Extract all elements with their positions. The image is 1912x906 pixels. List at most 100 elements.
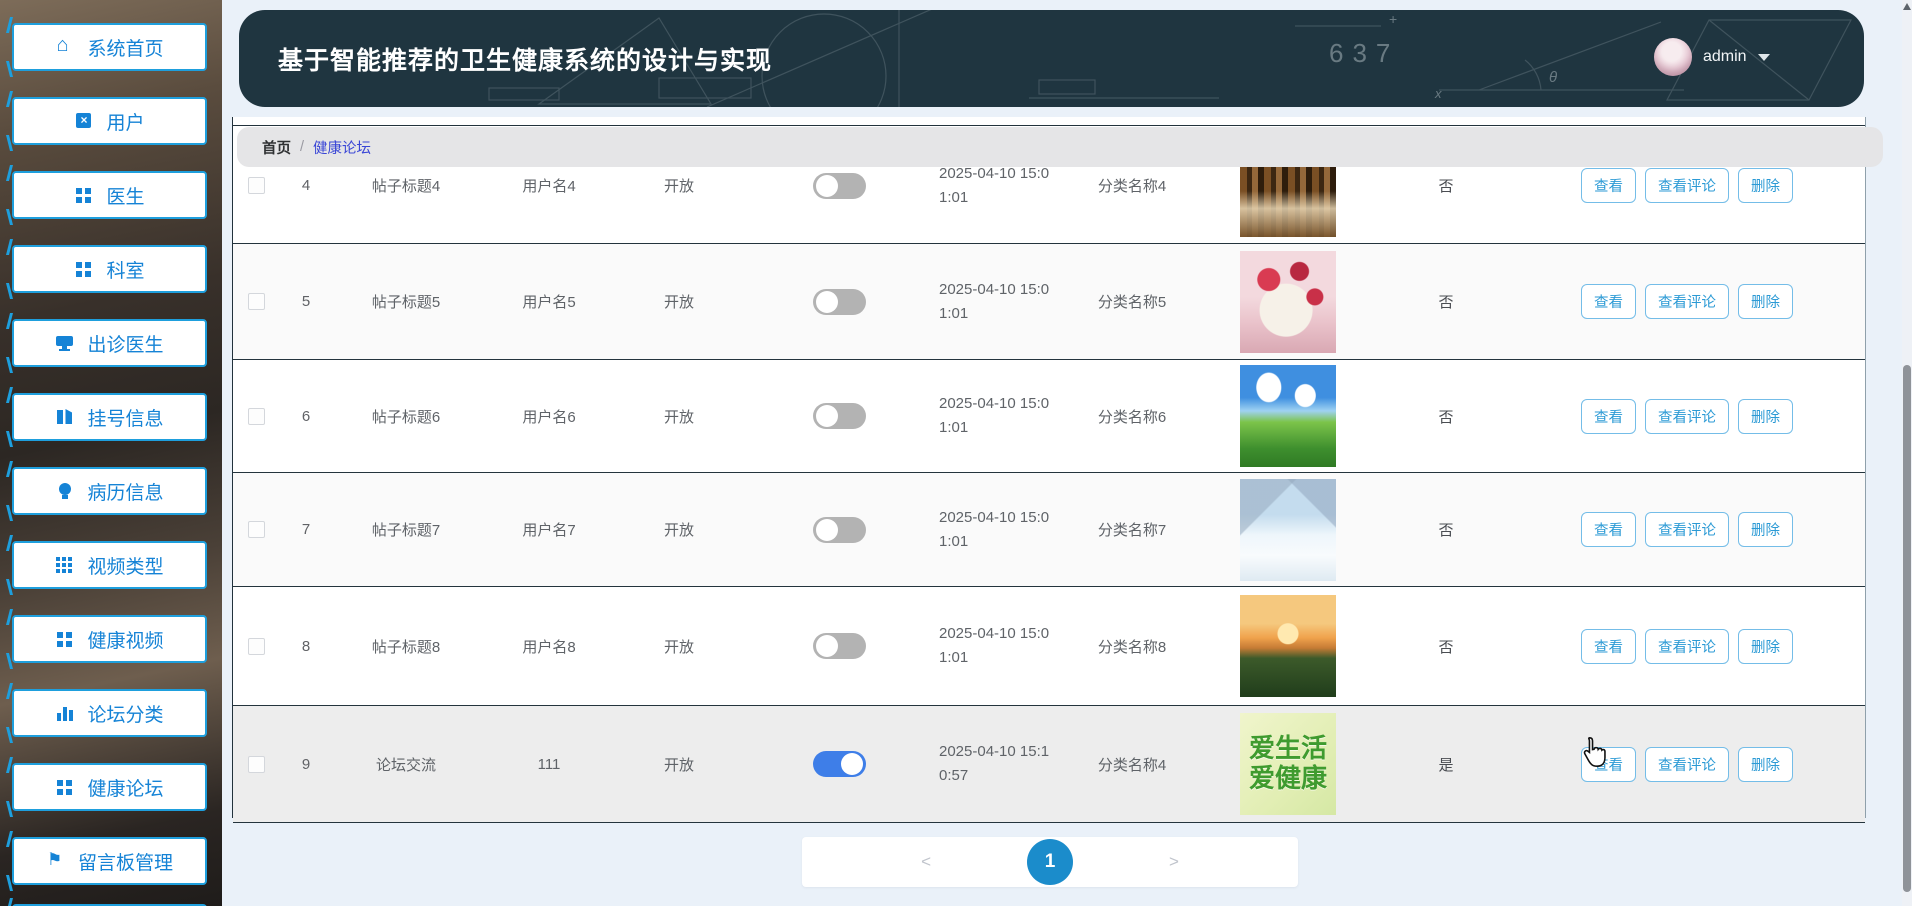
view-button[interactable]: 查看 (1581, 512, 1636, 547)
cell-id: 9 (301, 755, 311, 773)
view-comments-button[interactable]: 查看评论 (1645, 284, 1729, 319)
cell-username: 用户名7 (522, 522, 576, 539)
sidebar-item-10[interactable]: 论坛分类 (12, 689, 207, 737)
toggle-knob (840, 753, 863, 775)
row-checkbox[interactable] (247, 407, 265, 425)
caret-down-icon (1757, 53, 1770, 61)
delete-button[interactable]: 删除 (1738, 284, 1793, 319)
avatar[interactable] (1654, 38, 1692, 76)
username: admin (1703, 48, 1747, 65)
sunset-field-photo (1240, 595, 1336, 697)
user-menu[interactable]: admin (1654, 38, 1770, 76)
cell-recommend-flag: 否 (1438, 294, 1454, 311)
sidebar-item-7[interactable]: 病历信息 (12, 467, 207, 515)
sidebar-item-3[interactable]: 医生 (12, 171, 207, 219)
view-comments-button[interactable]: 查看评论 (1645, 512, 1729, 547)
open-toggle[interactable] (812, 516, 866, 543)
cell-datetime: 2025-04-10 15:01:01 (939, 280, 1050, 322)
view-button[interactable]: 查看 (1581, 628, 1636, 664)
delete-button[interactable]: 删除 (1738, 746, 1793, 782)
view-comments-button[interactable]: 查看评论 (1645, 398, 1729, 434)
cell-username: 用户名8 (522, 638, 576, 656)
sidebar-item-label: 医生 (106, 186, 145, 208)
sidebar-item-label: 用户 (106, 112, 145, 134)
sidebar-item-4[interactable]: 科室 (12, 245, 207, 293)
sidebar-item-label: 挂号信息 (87, 408, 164, 430)
cell-recommend-flag: 否 (1438, 178, 1454, 195)
sidebar-item-1[interactable]: ⌂ 系统首页 (12, 23, 207, 71)
delete-button[interactable]: 删除 (1738, 398, 1793, 434)
page: ⌂ 系统首页 × 用户 医生 科室 出诊医生 挂号信息 病历信息 视频类型 健康视频 论坛分类 健康论坛… (0, 0, 1912, 906)
grid9-icon (55, 556, 75, 574)
sidebar-item-label: 健康论坛 (87, 778, 164, 800)
table-row: 5 帖子标题5 用户名5 开放 2025-04-10 15:01:01 分类名称… (233, 244, 1865, 360)
row-checkbox[interactable] (247, 293, 265, 310)
scrollbar-up-arrow[interactable] (1903, 3, 1911, 10)
cell-id: 4 (301, 177, 311, 194)
view-button[interactable]: 查看 (1581, 398, 1636, 434)
delete-button[interactable]: 删除 (1738, 512, 1793, 547)
open-toggle[interactable] (812, 403, 866, 429)
breadcrumb-home[interactable]: 首页 (262, 137, 291, 158)
cell-status: 开放 (663, 756, 694, 774)
cell-post-title: 帖子标题8 (371, 638, 441, 656)
sidebar-item-12[interactable]: ⚑ 留言板管理 (12, 837, 207, 885)
sidebar-item-label: 留言板管理 (77, 852, 173, 874)
cell-category: 分类名称8 (1097, 638, 1167, 656)
flag-icon: ⚑ (46, 850, 63, 869)
cell-datetime: 2025-04-10 15:01:01 (939, 395, 1050, 436)
cell-status: 开放 (663, 178, 694, 195)
cell-recommend-flag: 否 (1438, 638, 1454, 656)
open-toggle[interactable] (812, 633, 866, 659)
toggle-knob (815, 518, 838, 541)
sidebar-item-label: 病历信息 (87, 482, 164, 504)
open-toggle[interactable] (812, 751, 866, 777)
cell-id: 6 (301, 407, 311, 425)
sidebar-item-9[interactable]: 健康视频 (12, 615, 207, 663)
row-checkbox[interactable] (247, 637, 265, 655)
scrollbar-track[interactable] (1902, 0, 1912, 906)
row-checkbox[interactable] (247, 177, 265, 194)
cell-username: 用户名5 (522, 294, 576, 311)
cell-post-title: 帖子标题5 (371, 294, 441, 311)
chalk-theta: θ (1549, 69, 1557, 86)
cell-category: 分类名称4 (1097, 178, 1167, 195)
snow-mountain-photo (1240, 478, 1336, 581)
sidebar-item-11[interactable]: 健康论坛 (12, 763, 207, 811)
content-panel: 首页 / 健康论坛 4 帖子标题4 用户名4 开放 2025-04-10 15:… (232, 117, 1883, 823)
view-button[interactable]: 查看 (1581, 168, 1636, 203)
page-1-button[interactable]: 1 (1027, 839, 1073, 885)
open-toggle[interactable] (812, 288, 866, 315)
breadcrumb-current-link[interactable]: 健康论坛 (313, 137, 371, 158)
view-comments-button[interactable]: 查看评论 (1645, 168, 1729, 203)
toggle-knob (815, 174, 838, 197)
toggle-knob (815, 405, 838, 427)
open-toggle[interactable] (812, 172, 866, 199)
cell-recommend-flag: 否 (1438, 522, 1454, 539)
sidebar-item-5[interactable]: 出诊医生 (12, 319, 207, 367)
prev-page-button[interactable]: < (921, 852, 931, 872)
cell-username: 用户名4 (522, 178, 576, 195)
sidebar-item-label: 视频类型 (87, 556, 164, 578)
sidebar-item-label: 出诊医生 (87, 334, 164, 356)
bulb-icon (55, 482, 75, 500)
scrollbar-thumb[interactable] (1903, 365, 1911, 892)
sidebar-item-label: 系统首页 (87, 38, 164, 60)
view-comments-button[interactable]: 查看评论 (1645, 628, 1729, 664)
pagination: < 1 > (802, 837, 1298, 887)
delete-button[interactable]: 删除 (1738, 168, 1793, 203)
sidebar: ⌂ 系统首页 × 用户医生科室出诊医生挂号信息病历信息视频类型健康视频论坛分类健康论坛… (0, 0, 222, 906)
sidebar-item-label: 论坛分类 (87, 704, 164, 726)
view-comments-button[interactable]: 查看评论 (1645, 746, 1729, 782)
sidebar-item-6[interactable]: 挂号信息 (12, 393, 207, 441)
delete-button[interactable]: 删除 (1738, 628, 1793, 664)
breadcrumb-separator: / (300, 139, 305, 155)
row-checkbox[interactable] (247, 521, 265, 538)
sidebar-item-2[interactable]: × 用户 (12, 97, 207, 145)
sidebar-item-8[interactable]: 视频类型 (12, 541, 207, 589)
next-page-button[interactable]: > (1169, 852, 1179, 872)
table-row: 8 帖子标题8 用户名8 开放 2025-04-10 15:01:01 分类名称… (233, 587, 1865, 706)
chart-icon (55, 704, 75, 722)
view-button[interactable]: 查看 (1581, 284, 1636, 319)
row-checkbox[interactable] (247, 755, 265, 773)
